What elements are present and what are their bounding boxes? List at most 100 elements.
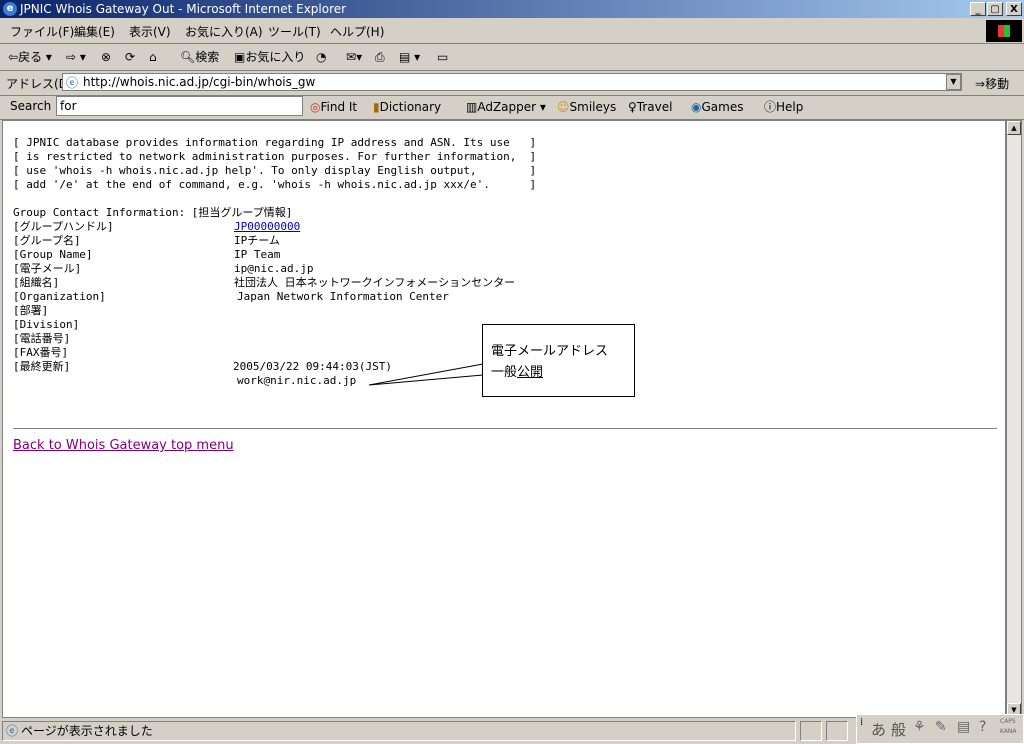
menu-help[interactable]: ヘルプ(H)	[330, 23, 384, 40]
vertical-scrollbar[interactable]: ▲ ▼	[1006, 120, 1022, 718]
field-label: [Group Name]	[13, 248, 93, 261]
print-button[interactable]: ⎙	[375, 48, 385, 66]
refresh-button[interactable]: ⟳	[125, 48, 135, 66]
group-name-ja: IPチーム	[234, 234, 280, 247]
group-handle-link[interactable]: JP00000000	[234, 220, 300, 234]
mail-icon: ✉	[346, 50, 357, 64]
go-arrow-icon: ⇒	[975, 77, 986, 91]
address-input[interactable]: ⓔ http://whois.nic.ad.jp/cgi-bin/whois_g…	[62, 73, 962, 91]
status-cell	[826, 721, 848, 741]
maximize-button[interactable]: ▢	[987, 2, 1003, 16]
back-to-top-link[interactable]: Back to Whois Gateway top menu	[13, 438, 234, 453]
email-value: ip@nic.ad.jp	[234, 262, 314, 275]
status-text: ページが表示されました	[21, 724, 153, 738]
down-arrow-icon: ▼	[1011, 706, 1017, 714]
scroll-up-button[interactable]: ▲	[1007, 121, 1021, 135]
forward-arrow-icon: ⇨	[66, 50, 77, 64]
help-button[interactable]: ⓘHelp	[764, 98, 803, 116]
callout-line1: 電子メールアドレス	[491, 344, 609, 359]
group-name-en: IP Team	[234, 248, 281, 261]
ime-grip-icon: ⁞	[860, 717, 864, 728]
history-icon: ◔	[316, 50, 327, 64]
notice-line: [ use 'whois -h whois.nic.ad.jp help'. T…	[13, 164, 537, 177]
org-name-ja: 社団法人 日本ネットワークインフォメーションセンター	[234, 276, 516, 289]
smiley-icon: ☺	[557, 100, 570, 114]
status-text-area: ⓔ ページが表示されました	[2, 721, 796, 741]
ime-toolbar: ⁞ あ 般 ⚘ ✎ ▤ ? CAPS KANA	[856, 714, 1024, 744]
field-label: [電話番号]	[13, 332, 71, 345]
divider	[13, 428, 997, 430]
menu-edit[interactable]: 編集(E)	[74, 23, 115, 40]
field-label: [Organization]	[13, 290, 106, 303]
forward-button[interactable]: ⇨ ▾	[66, 48, 86, 66]
field-label: [部署]	[13, 304, 49, 317]
menu-tools[interactable]: ツール(T)	[268, 23, 321, 40]
menu-view[interactable]: 表示(V)	[129, 23, 171, 40]
page-viewport: [ JPNIC database provides information re…	[2, 120, 1006, 718]
kana-indicator: KANA	[1000, 728, 1017, 735]
travel-button[interactable]: ♀Travel	[628, 98, 672, 116]
page-icon: ⓔ	[66, 76, 79, 90]
discuss-button[interactable]: ▭	[437, 48, 448, 66]
address-bar: アドレス(D) ⓔ http://whois.nic.ad.jp/cgi-bin…	[0, 71, 1024, 96]
standard-toolbar: ⇦戻る ▾ ⇨ ▾ ⊗ ⟳ ⌂ 🔍︎検索 ▣お気に入り ◔ ✉▾ ⎙ ▤ ▾ ▭	[0, 44, 1024, 71]
favorites-button[interactable]: ▣お気に入り	[234, 48, 305, 66]
org-name-en: Japan Network Information Center	[237, 290, 449, 303]
trash-icon: ▥	[466, 100, 478, 114]
edit-icon: ▤	[399, 50, 411, 64]
field-label: [Division]	[13, 318, 80, 331]
search-input[interactable]: for	[56, 96, 303, 116]
find-it-button[interactable]: ◎Find It	[310, 98, 357, 116]
mail-button[interactable]: ✉▾	[346, 48, 362, 66]
minimize-button[interactable]: _	[970, 2, 986, 16]
search-label: Search	[10, 99, 52, 113]
notice-line: [ is restricted to network administratio…	[13, 150, 537, 163]
back-button[interactable]: ⇦戻る ▾	[8, 48, 52, 66]
menu-bar: ファイル(F) 編集(E) 表示(V) お気に入り(A) ツール(T) ヘルプ(…	[0, 19, 1024, 44]
field-label: [グループハンドル]	[13, 220, 114, 233]
stop-button[interactable]: ⊗	[101, 48, 111, 66]
section-header: Group Contact Information: [担当グループ情報]	[13, 206, 293, 219]
pin-icon: ♀	[628, 100, 637, 114]
games-button[interactable]: ◉Games	[691, 98, 743, 116]
status-cell	[800, 721, 822, 741]
field-label: [FAX番号]	[13, 346, 69, 359]
field-label: [組織名]	[13, 276, 60, 289]
ime-help-icon[interactable]: ?	[979, 719, 986, 735]
callout-line2: 一般公開	[491, 365, 544, 380]
ime-properties-icon[interactable]: ▤	[957, 719, 970, 735]
ime-mode-general[interactable]: 般	[891, 719, 906, 740]
history-button[interactable]: ◔	[316, 48, 326, 66]
globe-icon: ◉	[691, 100, 702, 114]
notice-line: [ add '/e' at the end of command, e.g. '…	[13, 178, 537, 191]
smileys-button[interactable]: ☺Smileys	[557, 98, 616, 116]
menu-favorites[interactable]: お気に入り(A)	[185, 23, 263, 40]
public-email: work@nir.nic.ad.jp	[237, 374, 357, 387]
windows-logo	[986, 20, 1022, 42]
close-button[interactable]: X	[1006, 2, 1022, 16]
notice-line: [ JPNIC database provides information re…	[13, 136, 537, 149]
stop-icon: ⊗	[101, 50, 112, 64]
discuss-icon: ▭	[437, 50, 449, 64]
home-icon: ⌂	[149, 50, 157, 64]
dictionary-button[interactable]: ▮Dictionary	[373, 98, 441, 116]
title-bar: e JPNIC Whois Gateway Out - Microsoft In…	[0, 0, 1024, 18]
field-label: [グループ名]	[13, 234, 81, 247]
favorites-icon: ▣	[234, 50, 246, 64]
callout-box: 電子メールアドレス 一般公開	[482, 324, 635, 397]
chevron-down-icon: ▼	[950, 77, 957, 86]
back-arrow-icon: ⇦	[8, 50, 19, 64]
refresh-icon: ⟳	[125, 50, 136, 64]
menu-file[interactable]: ファイル(F)	[10, 23, 74, 40]
home-button[interactable]: ⌂	[149, 48, 157, 66]
search-button[interactable]: 🔍︎検索	[180, 48, 219, 66]
ime-dictionary-icon[interactable]: ✎	[935, 719, 947, 735]
field-label: [電子メール]	[13, 262, 82, 275]
ime-pad-icon[interactable]: ⚘	[913, 719, 926, 735]
adzapper-button[interactable]: ▥AdZapper ▾	[466, 98, 546, 116]
go-button[interactable]: ⇒移動	[975, 75, 1009, 92]
callout-pointer	[368, 363, 484, 386]
ime-mode-hiragana[interactable]: あ	[871, 719, 886, 740]
address-dropdown-button[interactable]: ▼	[946, 74, 961, 90]
edit-button[interactable]: ▤ ▾	[399, 48, 420, 66]
